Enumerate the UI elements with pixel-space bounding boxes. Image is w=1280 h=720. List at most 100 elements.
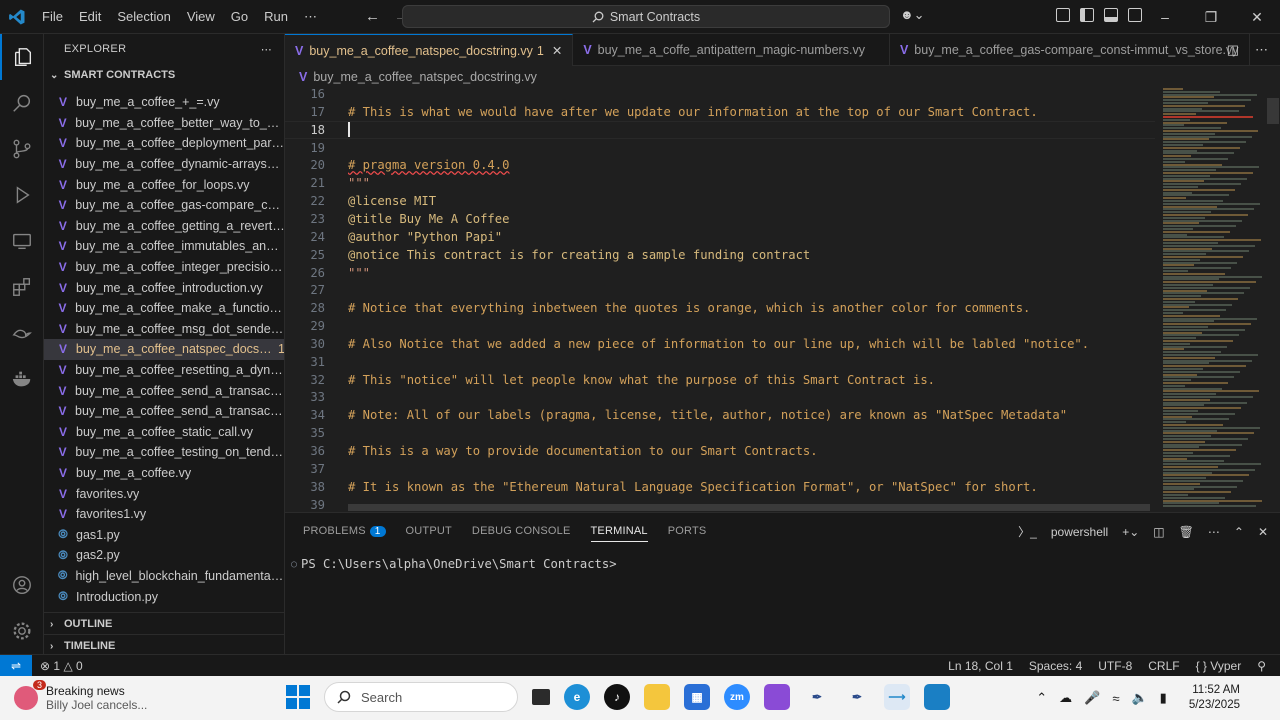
outline-section[interactable]: › OUTLINE (44, 612, 284, 635)
notifications-bell-icon[interactable]: ⚲ (1257, 659, 1266, 673)
file-item[interactable]: Vbuy_me_a_coffee_for_loops.vy (44, 174, 284, 195)
remote-desktop-icon[interactable] (924, 684, 950, 710)
file-item[interactable]: ⦾ gas2.py (44, 545, 284, 566)
explorer-more-button[interactable]: ⋯ (261, 43, 272, 56)
file-item[interactable]: Vbuy_me_a_coffee_introduction.vy (44, 277, 284, 298)
more-actions-icon[interactable]: ⋯ (1255, 42, 1268, 58)
toggle-panel-icon[interactable] (1104, 8, 1118, 22)
onedrive-icon[interactable]: ☁ (1059, 690, 1072, 706)
customize-layout-icon[interactable] (1056, 8, 1070, 22)
tab-output[interactable]: OUTPUT (406, 525, 452, 537)
vscode-taskbar-icon[interactable]: ⟶ (884, 684, 910, 710)
clock[interactable]: 11:52 AM 5/23/2025 (1189, 683, 1240, 713)
extensions-icon[interactable] (0, 264, 44, 310)
file-item[interactable]: Vbuy_me_a_coffee_natspec_docst... 1 (44, 339, 284, 360)
file-item[interactable]: Vfavorites1.vy (44, 504, 284, 525)
pen-app-icon[interactable]: ✒ (804, 684, 830, 710)
breadcrumb-file[interactable]: buy_me_a_coffee_natspec_docstring.vy (313, 70, 537, 84)
file-item[interactable]: ⦾ high_level_blockchain_fundamentals.... (44, 566, 284, 587)
restore-icon[interactable]: ❐ (1188, 0, 1234, 34)
search-view-icon[interactable] (0, 80, 44, 126)
terminal-shell-name[interactable]: powershell (1051, 525, 1108, 539)
file-item[interactable]: Vbuy_me_a_coffee_testing_on_tenderl... (44, 442, 284, 463)
run-debug-icon[interactable] (0, 172, 44, 218)
file-item[interactable]: Vbuy_me_a_coffee_integer_precision.vy (44, 257, 284, 278)
tab-gas-compare[interactable]: V buy_me_a_coffee_gas-compare_const-immu… (890, 34, 1250, 66)
language-mode[interactable]: { } Vyper (1196, 659, 1242, 673)
store-icon[interactable]: ▦ (684, 684, 710, 710)
horizontal-scrollbar[interactable] (348, 504, 1150, 511)
encoding[interactable]: UTF-8 (1098, 659, 1132, 673)
file-item[interactable]: Vbuy_me_a_coffee_deployment_para... (44, 133, 284, 154)
tab-antipattern-magic-numbers[interactable]: V buy_me_a_coffe_antipattern_magic-numbe… (573, 34, 890, 66)
terminal-output[interactable]: ○ PS C:\Users\alpha\OneDrive\Smart Contr… (285, 557, 1280, 571)
menu-edit[interactable]: Edit (71, 9, 109, 24)
explorer-icon[interactable] (0, 34, 44, 80)
file-item[interactable]: Vbuy_me_a_coffee_getting_a_revert.vy (44, 216, 284, 237)
timeline-section[interactable]: › TIMELINE (44, 634, 284, 654)
file-item[interactable]: Vbuy_me_a_coffee_gas-compare_cons... (44, 195, 284, 216)
folder-header[interactable]: ⌄ SMART CONTRACTS (44, 64, 284, 86)
chevron-up-icon[interactable]: ⌃ (1036, 690, 1047, 706)
battery-icon[interactable]: ▮ (1160, 690, 1167, 706)
back-arrow-icon[interactable]: ← (365, 8, 380, 25)
problems-indicator[interactable]: ⊗ 1 △ 0 (40, 659, 83, 673)
line-ending[interactable]: CRLF (1148, 659, 1179, 673)
remote-indicator-icon[interactable]: ⇌ (0, 654, 32, 677)
split-editor-icon[interactable]: ◫ (1227, 42, 1239, 58)
news-widget[interactable]: 3 Breaking news Billy Joel cancels... (0, 680, 200, 712)
file-item[interactable]: ⦾ gas1.py (44, 524, 284, 545)
menu-go[interactable]: Go (223, 9, 256, 24)
panel-more-icon[interactable]: ⋯ (1208, 525, 1220, 539)
command-center-search[interactable]: Smart Contracts (402, 5, 890, 28)
wifi-icon[interactable]: ≈ (1112, 691, 1119, 706)
trash-icon[interactable]: 🗑 (1179, 525, 1194, 539)
minimap[interactable] (1157, 88, 1267, 512)
split-terminal-icon[interactable]: ◫ (1153, 525, 1164, 539)
edge-icon[interactable]: e (564, 684, 590, 710)
menu-view[interactable]: View (179, 9, 223, 24)
file-item[interactable]: Vbuy_me_a_coffee_dynamic-arrays_vs... (44, 154, 284, 175)
windows-start-icon[interactable] (286, 685, 310, 709)
file-item[interactable]: Vbuy_me_a_coffee_static_call.vy (44, 422, 284, 443)
tiktok-icon[interactable]: ♪ (604, 684, 630, 710)
volume-icon[interactable]: 🔈 (1131, 690, 1147, 706)
new-terminal-icon[interactable]: +⌄ (1122, 525, 1139, 539)
tab-ports[interactable]: PORTS (668, 525, 707, 537)
file-item[interactable]: Vbuy_me_a_coffee_msg_dot_sender.vy (44, 319, 284, 340)
menu-more[interactable]: ⋯ (296, 9, 325, 25)
maximize-panel-icon[interactable]: ⌃ (1234, 525, 1244, 539)
file-item[interactable]: Vbuy_me_a_coffee_+_=.vy (44, 92, 284, 113)
file-item[interactable]: Vbuy_me_a_coffee_better_way_to_sen... (44, 113, 284, 134)
vertical-scrollbar[interactable] (1267, 98, 1279, 124)
file-item[interactable]: Vbuy_me_a_coffee.vy (44, 463, 284, 484)
tab-debug-console[interactable]: DEBUG CONSOLE (472, 525, 571, 537)
source-control-icon[interactable] (0, 126, 44, 172)
pen-app-2-icon[interactable]: ✒ (844, 684, 870, 710)
tab-terminal[interactable]: TERMINAL (590, 525, 648, 542)
code-editor[interactable]: 16 17 # This is what we would have after w… (285, 88, 1280, 512)
file-item[interactable]: Vbuy_me_a_coffee_send_a_transaction... (44, 380, 285, 401)
tab-natspec-docstring[interactable]: V buy_me_a_coffee_natspec_docstring.vy 1… (285, 34, 574, 66)
taskbar-search[interactable]: Search (324, 682, 518, 712)
media-app-icon[interactable] (764, 684, 790, 710)
menu-file[interactable]: File (34, 9, 71, 24)
remote-explorer-icon[interactable] (0, 218, 44, 264)
breadcrumb[interactable]: V buy_me_a_coffee_natspec_docstring.vy (285, 66, 1280, 88)
close-panel-icon[interactable]: ✕ (1258, 525, 1268, 539)
file-item[interactable]: ⦾ Introduction.py (44, 586, 284, 607)
close-icon[interactable]: ✕ (1234, 0, 1280, 34)
close-icon[interactable]: ✕ (552, 43, 562, 58)
tab-problems[interactable]: PROBLEMS 1 (303, 525, 386, 537)
file-item[interactable]: Vfavorites.vy (44, 483, 284, 504)
manage-gear-icon[interactable] (0, 608, 44, 654)
menu-run[interactable]: Run (256, 9, 296, 24)
genie-lamp-icon[interactable] (0, 310, 44, 356)
cursor-position[interactable]: Ln 18, Col 1 (948, 659, 1013, 673)
toggle-sidebar-icon[interactable] (1080, 8, 1094, 22)
zoom-icon[interactable]: zm (724, 684, 750, 710)
file-item[interactable]: Vbuy_me_a_coffee_resetting_a_dynam... (44, 360, 284, 381)
indentation[interactable]: Spaces: 4 (1029, 659, 1082, 673)
toggle-secondary-sidebar-icon[interactable] (1128, 8, 1142, 22)
file-item[interactable]: Vbuy_me_a_coffee_immutables_and_c... (44, 236, 284, 257)
